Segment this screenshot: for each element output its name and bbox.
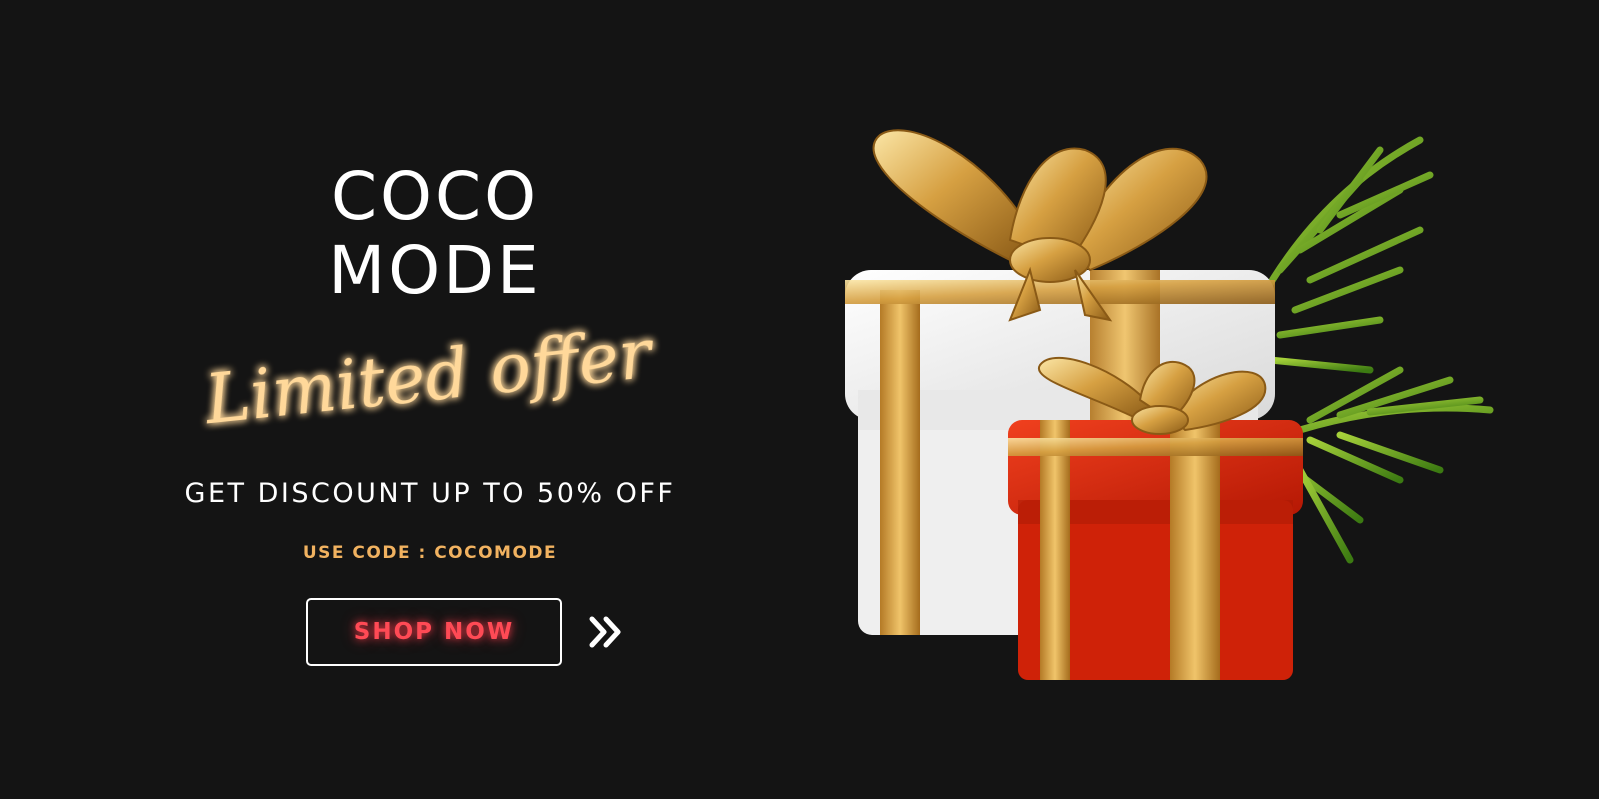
limited-offer-script: Limited offer — [199, 315, 658, 441]
shop-now-button[interactable]: SHOP NOW — [306, 598, 562, 666]
red-gift-box — [1008, 420, 1303, 680]
promo-code-text: USE CODE : COCOMODE — [302, 543, 558, 563]
gift-boxes-illustration — [845, 129, 1494, 680]
discount-text: GET DISCOUNT UP TO 50% OFF — [184, 478, 676, 509]
shop-now-label: SHOP NOW — [353, 619, 515, 645]
brand-line-1: COCO — [330, 158, 540, 235]
limited-offer-tagline: Limited offer — [199, 300, 658, 470]
double-chevron-right-icon[interactable] — [588, 615, 626, 649]
tagline-text: Limited offer — [199, 315, 658, 441]
brand-title: COCO MODE — [235, 160, 635, 308]
brand-line-2: MODE — [328, 232, 542, 309]
promo-banner: COCO MODE Limited offer GET DISCOUNT UP … — [0, 0, 1599, 799]
